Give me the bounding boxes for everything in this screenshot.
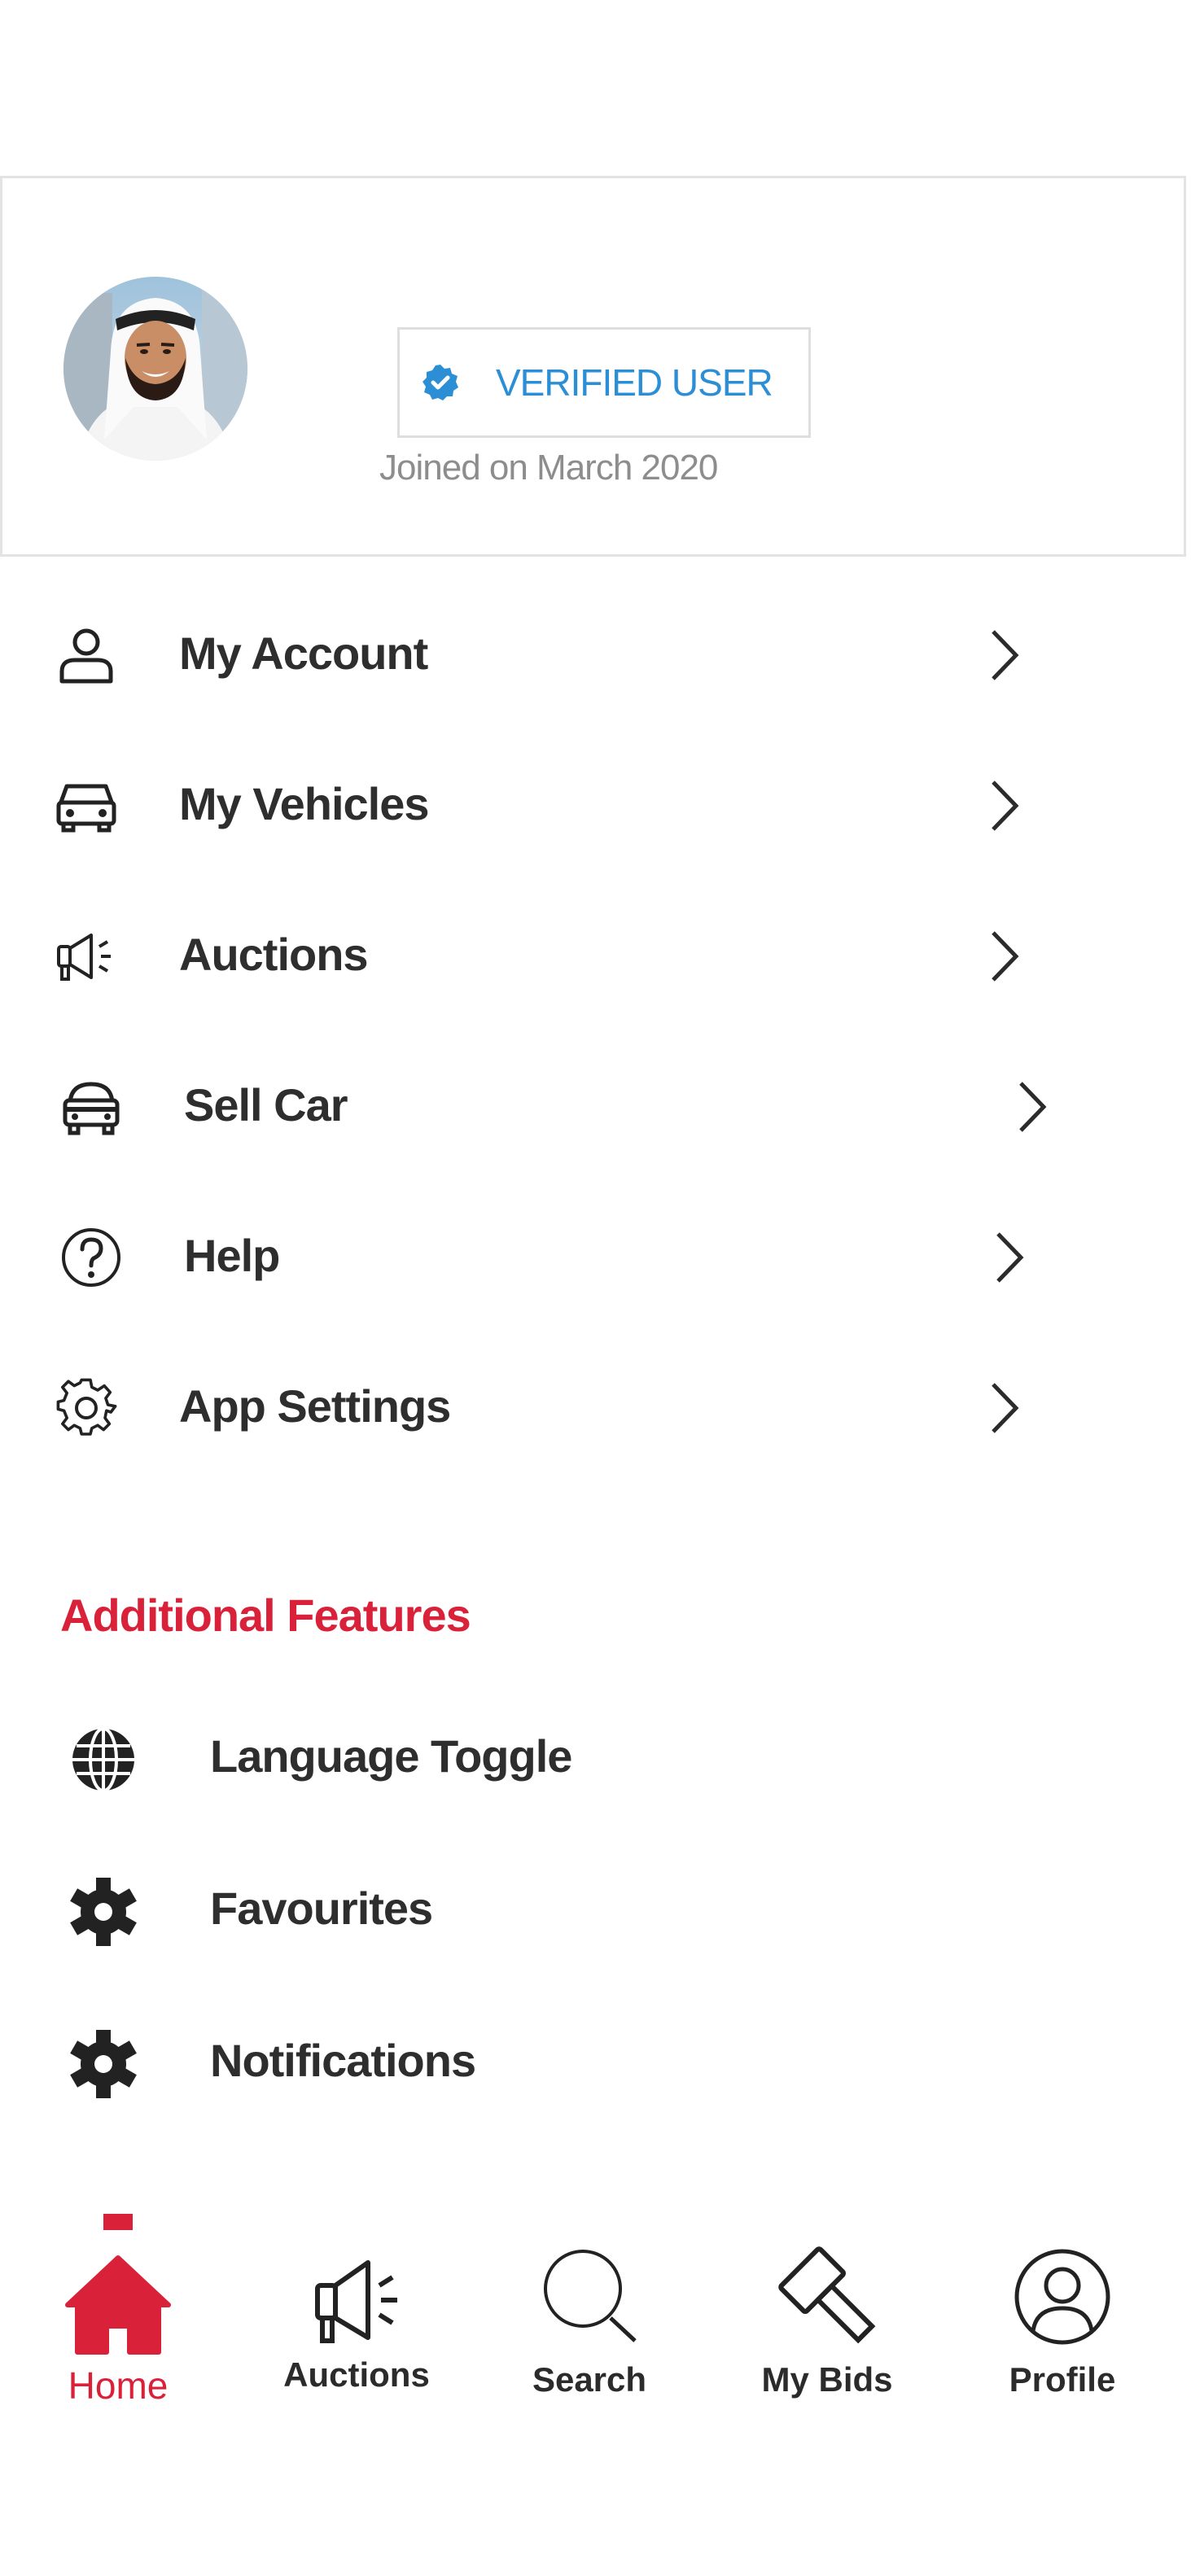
gear-solid-icon — [70, 2030, 137, 2098]
avatar[interactable] — [63, 277, 247, 461]
globe-icon — [72, 1727, 134, 1792]
active-tab-indicator — [103, 2214, 133, 2230]
feature-label: Language Toggle — [210, 1730, 572, 1782]
nav-tab-my-bids[interactable]: My Bids — [729, 2246, 925, 2409]
menu-label: My Account — [179, 628, 428, 679]
section-title-additional-features: Additional Features — [60, 1590, 471, 1641]
feature-item-language-toggle[interactable]: Language Toggle — [0, 1695, 1191, 1817]
nav-tab-search[interactable]: Search — [492, 2246, 687, 2409]
menu-item-help[interactable]: Help — [0, 1196, 1191, 1319]
nav-label: Profile — [1009, 2360, 1116, 2399]
menu-label: Help — [184, 1230, 280, 1281]
megaphone-icon — [57, 934, 111, 981]
menu-item-app-settings[interactable]: App Settings — [0, 1347, 1191, 1469]
gavel-icon — [778, 2246, 876, 2344]
chevron-right-icon — [992, 781, 1019, 831]
user-icon — [59, 628, 113, 684]
menu-item-sell-car[interactable]: Sell Car — [0, 1046, 1191, 1168]
gear-outline-icon — [56, 1378, 117, 1436]
feature-item-favourites[interactable]: Favourites — [0, 1848, 1191, 1970]
menu-item-my-account[interactable]: My Account — [0, 594, 1191, 716]
nav-tab-home[interactable]: Home — [20, 2246, 216, 2409]
menu-label: My Vehicles — [179, 778, 430, 829]
help-circle-icon — [62, 1228, 120, 1287]
chevron-right-icon — [1019, 1082, 1047, 1132]
home-icon — [65, 2255, 171, 2355]
menu-label: Auctions — [179, 929, 369, 980]
car-icon — [56, 784, 116, 833]
gear-solid-icon — [70, 1878, 137, 1946]
chevron-right-icon — [992, 1383, 1019, 1433]
feature-label: Favourites — [210, 1883, 433, 1934]
feature-label: Notifications — [210, 2035, 476, 2086]
verified-user-badge: VERIFIED USER — [397, 327, 811, 438]
verified-label: VERIFIED USER — [496, 361, 773, 404]
car-front-icon — [63, 1082, 120, 1135]
nav-label: Search — [532, 2360, 647, 2399]
megaphone-icon — [315, 2260, 397, 2343]
menu-item-my-vehicles[interactable]: My Vehicles — [0, 745, 1191, 867]
chevron-right-icon — [996, 1232, 1024, 1283]
nav-tab-profile[interactable]: Profile — [965, 2246, 1160, 2409]
nav-label: My Bids — [761, 2360, 893, 2399]
menu-label: Sell Car — [184, 1079, 348, 1131]
joined-date: Joined on March 2020 — [379, 448, 718, 488]
menu-label: App Settings — [179, 1380, 451, 1432]
chevron-right-icon — [992, 630, 1019, 680]
nav-label: Auctions — [283, 2355, 430, 2394]
nav-tab-auctions[interactable]: Auctions — [259, 2246, 454, 2409]
nav-label: Home — [68, 2364, 169, 2407]
profile-icon — [1014, 2249, 1110, 2345]
verified-check-icon — [423, 365, 458, 400]
feature-item-notifications[interactable]: Notifications — [0, 2000, 1191, 2122]
chevron-right-icon — [992, 931, 1019, 982]
search-icon — [544, 2250, 637, 2342]
menu-item-auctions[interactable]: Auctions — [0, 895, 1191, 1017]
